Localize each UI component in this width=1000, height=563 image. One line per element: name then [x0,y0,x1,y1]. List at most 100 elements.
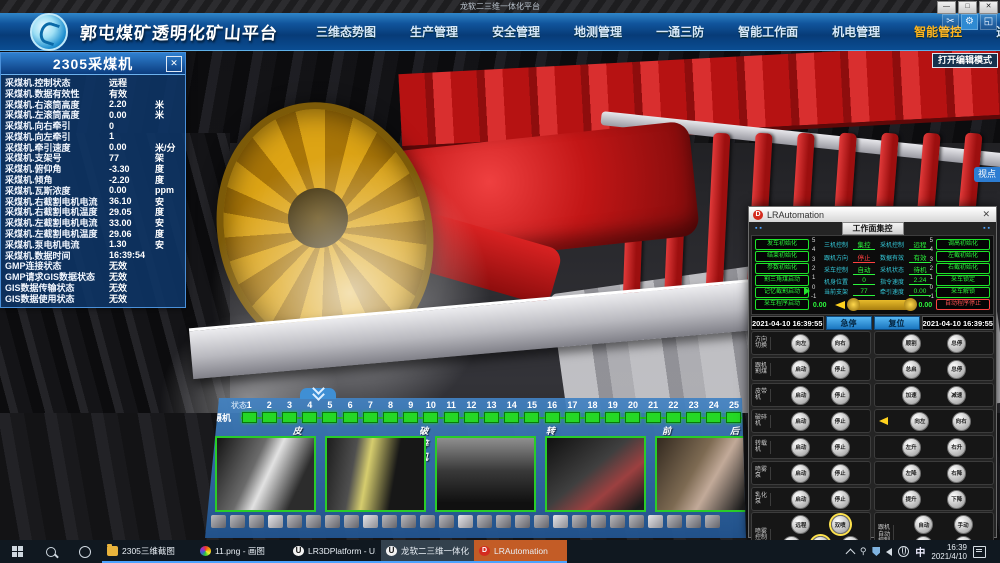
film-frame[interactable] [591,515,606,528]
control-button[interactable]: 加速 [902,386,921,405]
film-frame[interactable] [629,515,644,528]
init-button[interactable]: 左截初始化 [936,251,990,262]
control-button[interactable]: 停止 [831,360,850,379]
status-square[interactable] [484,412,499,423]
maximize-button[interactable]: □ [958,1,977,14]
init-button[interactable]: 参数初始化 [755,263,809,274]
film-frame[interactable] [572,515,587,528]
lra-close-icon[interactable]: ✕ [980,209,992,220]
taskbar-task[interactable]: U龙软二三维一体化... [381,540,474,563]
status-square[interactable] [282,412,297,423]
status-square[interactable] [343,412,358,423]
camera-thumbnail[interactable] [545,436,646,512]
collapse-strip-button[interactable] [300,388,336,399]
taskbar-task[interactable]: ULR3DPlatform - U... [288,540,381,563]
status-square[interactable] [363,412,378,423]
control-button[interactable]: 右升 [947,438,966,457]
init-button[interactable]: 发车初始化 [755,239,809,250]
film-frame[interactable] [610,515,625,528]
ime-indicator[interactable]: 中 [915,544,925,559]
control-button[interactable]: 停止 [831,464,850,483]
open-edit-mode-button[interactable]: 打开编辑模式 [932,53,998,68]
control-button[interactable]: 向左 [910,412,929,431]
control-button[interactable]: 向右 [952,412,971,431]
control-button[interactable]: 左降 [902,464,921,483]
film-frame[interactable] [401,515,416,528]
status-square[interactable] [302,412,317,423]
status-square[interactable] [242,412,257,423]
cortana-button[interactable] [68,540,102,563]
control-button[interactable]: 停止 [831,386,850,405]
film-frame[interactable] [553,515,568,528]
status-square[interactable] [524,412,539,423]
init-button[interactable]: 割三角煤启动 [755,275,809,286]
security-shield-icon[interactable] [872,547,880,556]
film-frame[interactable] [230,515,245,528]
camera-thumbnail[interactable] [325,436,426,512]
status-square[interactable] [383,412,398,423]
film-frame[interactable] [306,515,321,528]
viewpoint-tab[interactable]: 视点 [974,167,1000,182]
film-frame[interactable] [420,515,435,528]
film-frame[interactable] [705,515,720,528]
nav-item-5[interactable]: 一通三防 [656,23,704,40]
init-button[interactable]: 右截初始化 [936,263,990,274]
status-square[interactable] [322,412,337,423]
status-square[interactable] [423,412,438,423]
restore-window-icon[interactable]: ◱ [980,14,997,30]
control-button[interactable]: 手动 [954,515,973,534]
status-square[interactable] [726,412,741,423]
notification-center-icon[interactable] [973,546,986,558]
film-frame[interactable] [344,515,359,528]
status-square[interactable] [444,412,459,423]
control-button[interactable]: 启动 [791,386,810,405]
control-button[interactable]: 左升 [902,438,921,457]
film-frame[interactable] [382,515,397,528]
status-square[interactable] [464,412,479,423]
film-frame[interactable] [686,515,701,528]
control-button[interactable]: 向左 [791,334,810,353]
gear-icon[interactable]: ⚙ [961,14,978,30]
status-square[interactable] [686,412,701,423]
search-button[interactable] [34,540,68,563]
status-square[interactable] [605,412,620,423]
film-frame[interactable] [458,515,473,528]
control-button[interactable]: 向右 [831,334,850,353]
init-button[interactable]: 采车锁定 [936,275,990,286]
film-frame[interactable] [667,515,682,528]
init-button[interactable]: 调高初始化 [936,239,990,250]
control-button[interactable]: 停止 [831,438,850,457]
control-button[interactable]: 总启 [902,360,921,379]
status-square[interactable] [666,412,681,423]
nav-item-1[interactable]: 三维态势图 [316,23,376,40]
tab-workface-control[interactable]: 工作面集控 [842,222,904,235]
tools-icon[interactable]: ✂ [942,14,959,30]
status-square[interactable] [262,412,277,423]
taskbar-clock[interactable]: 16:39 2021/4/10 [931,543,967,561]
status-square[interactable] [625,412,640,423]
film-frame[interactable] [477,515,492,528]
tray-expand-icon[interactable] [845,548,855,558]
status-square[interactable] [706,412,721,423]
close-button[interactable]: ✕ [979,1,998,14]
control-button[interactable]: 下降 [947,490,966,509]
film-frame[interactable] [363,515,378,528]
status-square[interactable] [646,412,661,423]
control-button[interactable]: 右降 [947,464,966,483]
nav-item-4[interactable]: 地测管理 [574,23,622,40]
estop-button[interactable]: 急停 [826,316,872,330]
status-square[interactable] [565,412,580,423]
control-button[interactable]: 远程 [791,515,810,534]
control-button[interactable]: 启动 [791,490,810,509]
film-frame[interactable] [325,515,340,528]
status-square[interactable] [403,412,418,423]
control-button[interactable]: 停止 [831,412,850,431]
control-button[interactable]: 启动 [791,360,810,379]
control-button[interactable]: 减速 [947,386,966,405]
taskbar-task[interactable]: DLRAutomation [474,540,567,563]
control-button[interactable]: 自动 [914,515,933,534]
control-button[interactable]: 停止 [831,490,850,509]
network-icon[interactable] [898,546,909,557]
control-button[interactable]: 启动 [791,412,810,431]
camera-thumbnail[interactable] [655,436,756,512]
